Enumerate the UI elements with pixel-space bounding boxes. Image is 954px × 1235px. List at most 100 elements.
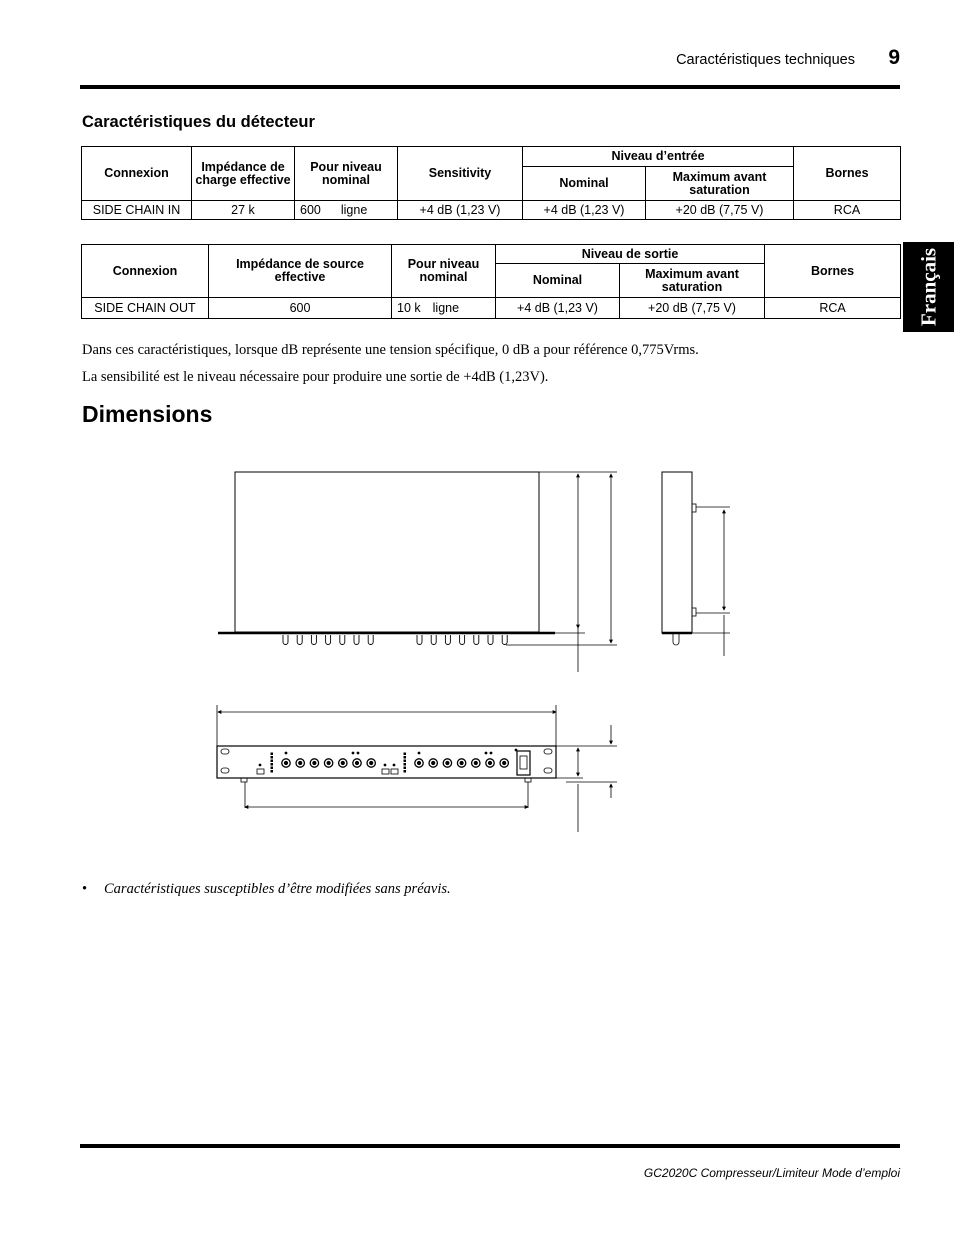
cell-pour-niveau-value: 10 k <box>397 300 421 315</box>
top-view <box>218 471 617 672</box>
knob-center <box>369 760 374 766</box>
meter-led <box>403 752 406 755</box>
cell-maximum: +20 dB (7,75 V) <box>645 200 794 220</box>
cell-impedance: 600 <box>208 297 392 319</box>
knob-stubs-left <box>282 635 374 645</box>
front-knobs <box>258 748 518 773</box>
knob-stub <box>473 635 480 645</box>
knob-center <box>473 760 478 766</box>
cell-pour-niveau: 600 ligne <box>294 200 398 220</box>
meter-led <box>270 763 273 766</box>
side-view <box>661 471 730 656</box>
indicator-dot <box>383 763 387 767</box>
table-row: SIDE CHAIN OUT 600 10 k ligne +4 dB (1,23… <box>81 297 902 319</box>
cell-pour-niveau-unit: ligne <box>340 202 368 217</box>
header-maximum: Maximum avant saturation <box>645 166 794 201</box>
meter-led <box>270 756 273 759</box>
rack-ear-bottom <box>691 607 697 617</box>
meter-led <box>403 763 406 766</box>
front-view <box>216 705 617 832</box>
switch-ch1 <box>256 768 265 775</box>
knob-stub <box>339 635 346 645</box>
switch-ch2b <box>390 768 399 775</box>
knob-stub <box>430 635 437 645</box>
header-nominal: Nominal <box>522 166 646 201</box>
header-niveau-sortie: Niveau de sortie <box>494 244 766 264</box>
knob-stub <box>487 635 494 645</box>
knob-stub <box>444 635 451 645</box>
knob-center <box>459 760 464 766</box>
meter-led <box>270 770 273 773</box>
indicator-dot <box>356 751 360 755</box>
knob-stub <box>501 635 508 645</box>
knob-stub <box>353 635 360 645</box>
knob-center <box>445 760 450 766</box>
header-rule <box>80 85 900 89</box>
meter-led <box>403 770 406 773</box>
meter-led <box>403 766 406 769</box>
spec-note-reference: Dans ces caractéristiques, lorsque dB re… <box>82 342 699 358</box>
meter-led <box>270 752 273 755</box>
indicator-dot <box>351 751 355 755</box>
cell-sensitivity: +4 dB (1,23 V) <box>397 200 523 220</box>
disclaimer-note: • Caractéristiques susceptibles d’être mo… <box>82 881 451 898</box>
detector-input-table: Connexion Impédance de charge effective … <box>81 146 901 220</box>
side-chassis-outline <box>661 471 693 634</box>
header-maximum: Maximum avant saturation <box>618 263 766 298</box>
power-switch <box>516 750 531 776</box>
meter-led <box>403 759 406 762</box>
section-heading-detector: Caractéristiques du détecteur <box>82 113 315 131</box>
language-tab: Français <box>903 242 954 332</box>
cell-bornes: RCA <box>764 297 902 319</box>
cell-nominal: +4 dB (1,23 V) <box>522 200 646 220</box>
running-header-title: Caractéristiques techniques <box>676 52 855 68</box>
knob-stubs-right <box>416 635 508 645</box>
indicator-dot <box>258 763 262 767</box>
header-impedance: Impédance de source effective <box>208 244 392 298</box>
knob-stub <box>310 635 317 645</box>
meter-led <box>403 756 406 759</box>
knob-center <box>326 760 331 766</box>
section-heading-dimensions: Dimensions <box>82 401 213 427</box>
cell-maximum: +20 dB (7,75 V) <box>618 297 766 319</box>
cell-impedance: 27 k <box>191 200 295 220</box>
detector-output-table: Connexion Impédance de source effective … <box>81 244 902 319</box>
cell-pour-niveau-unit: ligne <box>432 300 460 315</box>
knob-center <box>502 760 507 766</box>
knob-stub <box>416 635 423 645</box>
header-connexion: Connexion <box>81 244 209 298</box>
knob-center <box>312 760 317 766</box>
knob-stub <box>367 635 374 645</box>
knob-center <box>283 760 289 766</box>
knob-center <box>354 760 360 766</box>
cell-bornes: RCA <box>793 200 901 220</box>
indicator-dot <box>484 751 488 755</box>
knob-stub <box>459 635 466 645</box>
header-pour-niveau: Pour niveau nominal <box>294 146 398 201</box>
indicator-dot <box>284 751 288 755</box>
header-nominal: Nominal <box>495 263 620 298</box>
header-connexion: Connexion <box>81 146 192 201</box>
knob-center <box>431 760 436 766</box>
indicator-dot <box>489 751 493 755</box>
meter-led <box>270 759 273 762</box>
table-row: SIDE CHAIN IN 27 k 600 ligne +4 dB (1,23 … <box>81 200 901 220</box>
cell-nominal: +4 dB (1,23 V) <box>495 297 620 319</box>
knob-center <box>416 760 422 766</box>
cell-connexion: SIDE CHAIN IN <box>81 200 192 220</box>
knob-stub <box>325 635 332 645</box>
knob-center <box>340 760 345 766</box>
meter-led <box>270 766 273 769</box>
language-tab-label: Français <box>916 247 940 327</box>
knob-center <box>298 760 303 766</box>
footer-rule <box>80 1144 900 1148</box>
disclaimer-text: Caractéristiques susceptibles d’être mod… <box>104 881 451 897</box>
dimensions-drawing <box>216 471 730 832</box>
footer-text: GC2020C Compresseur/Limiteur Mode d’empl… <box>643 1166 900 1180</box>
switch-ch2a <box>381 768 390 775</box>
header-bornes: Bornes <box>764 244 902 298</box>
rack-ear-top <box>691 503 697 513</box>
header-bornes: Bornes <box>793 146 901 201</box>
cell-pour-niveau-value: 600 <box>300 202 321 217</box>
header-niveau-entree: Niveau d’entrée <box>522 146 794 167</box>
